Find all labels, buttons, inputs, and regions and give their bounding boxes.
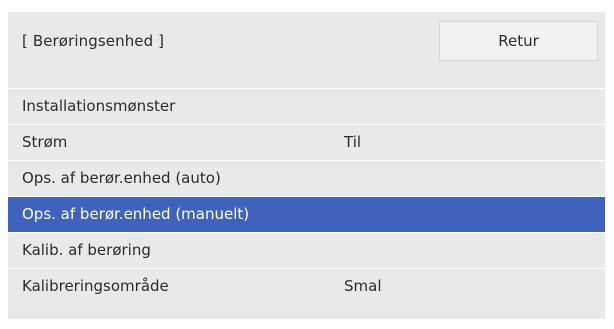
menu-item-value: Smal — [344, 277, 382, 295]
menu-item-power[interactable]: Strøm Til — [8, 124, 605, 160]
page-title: [ Berøringsenhed ] — [22, 32, 165, 50]
menu-item-label: Kalib. af berøring — [22, 241, 151, 259]
menu-item-value: Til — [344, 133, 362, 151]
return-button[interactable]: Retur — [439, 21, 598, 61]
menu-item-touch-calibration[interactable]: Kalib. af berøring — [8, 232, 605, 268]
menu-item-touch-setup-manual[interactable]: Ops. af berør.enhed (manuelt) — [8, 196, 605, 232]
menu-item-label: Strøm — [22, 133, 68, 151]
menu-item-label: Installationsmønster — [22, 97, 176, 115]
panel-header: [ Berøringsenhed ] Retur — [8, 12, 605, 89]
settings-menu: Installationsmønster Strøm Til Ops. af b… — [8, 89, 605, 304]
touch-unit-settings-panel: [ Berøringsenhed ] Retur Installationsmø… — [8, 12, 605, 319]
menu-item-calibration-area[interactable]: Kalibreringsområde Smal — [8, 268, 605, 304]
menu-item-touch-setup-auto[interactable]: Ops. af berør.enhed (auto) — [8, 160, 605, 196]
menu-item-label: Ops. af berør.enhed (auto) — [22, 169, 221, 187]
menu-item-label: Kalibreringsområde — [22, 277, 169, 295]
menu-item-label: Ops. af berør.enhed (manuelt) — [22, 205, 250, 223]
menu-item-installation-pattern[interactable]: Installationsmønster — [8, 89, 605, 124]
